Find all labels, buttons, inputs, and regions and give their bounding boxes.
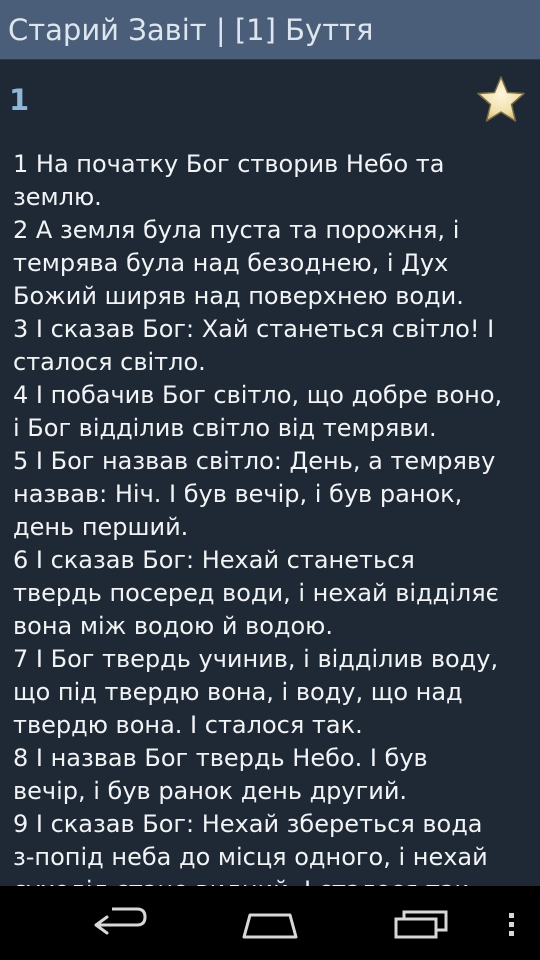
verse-item: 9 І сказав Бог: Нехай збереться вода з-по… bbox=[13, 808, 527, 886]
verse-line: твердь посеред води, і нехай відділяє bbox=[13, 579, 499, 607]
verse-line: з-попід неба до місця одного, і нехай bbox=[13, 843, 488, 871]
verse-line: 3 І сказав Бог: Хай станеться світло! І bbox=[13, 315, 495, 343]
verse-line: Божий ширяв над поверхнею води. bbox=[13, 282, 464, 310]
verse-item: 5 І Бог назвав світло: День, а темряву на… bbox=[13, 445, 527, 544]
verse-item: 6 І сказав Бог: Нехай станеться твердь по… bbox=[13, 544, 527, 643]
chapter-header: 1 bbox=[0, 70, 540, 134]
star-icon[interactable] bbox=[475, 74, 527, 126]
verse-line: день перший. bbox=[13, 513, 189, 541]
verse-item: 3 І сказав Бог: Хай станеться світло! І с… bbox=[13, 313, 527, 379]
overflow-menu-icon[interactable] bbox=[496, 886, 526, 960]
verse-line: 5 І Бог назвав світло: День, а темряву bbox=[13, 447, 496, 475]
system-nav-bar bbox=[0, 886, 540, 960]
recent-apps-icon[interactable] bbox=[384, 886, 460, 960]
verse-item: 8 І назвав Бог твердь Небо. І був вечір, … bbox=[13, 742, 527, 808]
verse-line: 6 І сказав Бог: Нехай станеться bbox=[13, 546, 415, 574]
verse-line: 9 І сказав Бог: Нехай збереться вода bbox=[13, 810, 483, 838]
verse-line: твердю вона. І сталося так. bbox=[13, 711, 363, 739]
verse-line: суходіл стане видний. І сталося так. bbox=[13, 874, 527, 886]
back-arrow-icon[interactable] bbox=[82, 886, 158, 960]
verse-line: 7 І Бог твердь учинив, і відділив воду, bbox=[13, 645, 499, 673]
verse-line: що під твердю вона, і воду, що над bbox=[13, 678, 463, 706]
verse-line: 1 На початку Бог створив Небо та bbox=[13, 150, 445, 178]
title-bar: Старий Завіт | [1] Буття bbox=[0, 0, 540, 60]
verse-line: назвав: Ніч. І був вечір, і був ранок, bbox=[13, 480, 463, 508]
reader-screen: Старий Завіт | [1] Буття 1 1 На початку … bbox=[0, 0, 540, 886]
verse-line: землю. bbox=[13, 183, 102, 211]
verse-item: 4 І побачив Бог світло, що добре воно, і … bbox=[13, 379, 527, 445]
home-icon[interactable] bbox=[232, 886, 308, 960]
verse-item: 2 А земля була пуста та порожня, і темряв… bbox=[13, 214, 527, 313]
verse-list: 1 На початку Бог створив Небо та землю. 2 … bbox=[0, 148, 527, 886]
verse-line: темрява була над безоднею, і Дух bbox=[13, 249, 449, 277]
chapter-text[interactable]: 1 На початку Бог створив Небо та землю. 2 … bbox=[0, 148, 540, 886]
page-title: Старий Завіт | [1] Буття bbox=[8, 13, 374, 47]
verse-line: 2 А земля була пуста та порожня, і bbox=[13, 216, 460, 244]
chapter-number: 1 bbox=[9, 83, 30, 117]
verse-line: 8 І назвав Бог твердь Небо. І був bbox=[13, 744, 428, 772]
verse-line: вечір, і був ранок день другий. bbox=[13, 777, 408, 805]
verse-line: 4 І побачив Бог світло, що добре воно, bbox=[13, 381, 503, 409]
verse-line: сталося світло. bbox=[13, 348, 206, 376]
verse-line: і Бог відділив світло від темряви. bbox=[13, 414, 437, 442]
verse-item: 7 І Бог твердь учинив, і відділив воду, щ… bbox=[13, 643, 527, 742]
verse-item: 1 На початку Бог створив Небо та землю. bbox=[13, 148, 527, 214]
verse-line: вона між водою й водою. bbox=[13, 612, 333, 640]
